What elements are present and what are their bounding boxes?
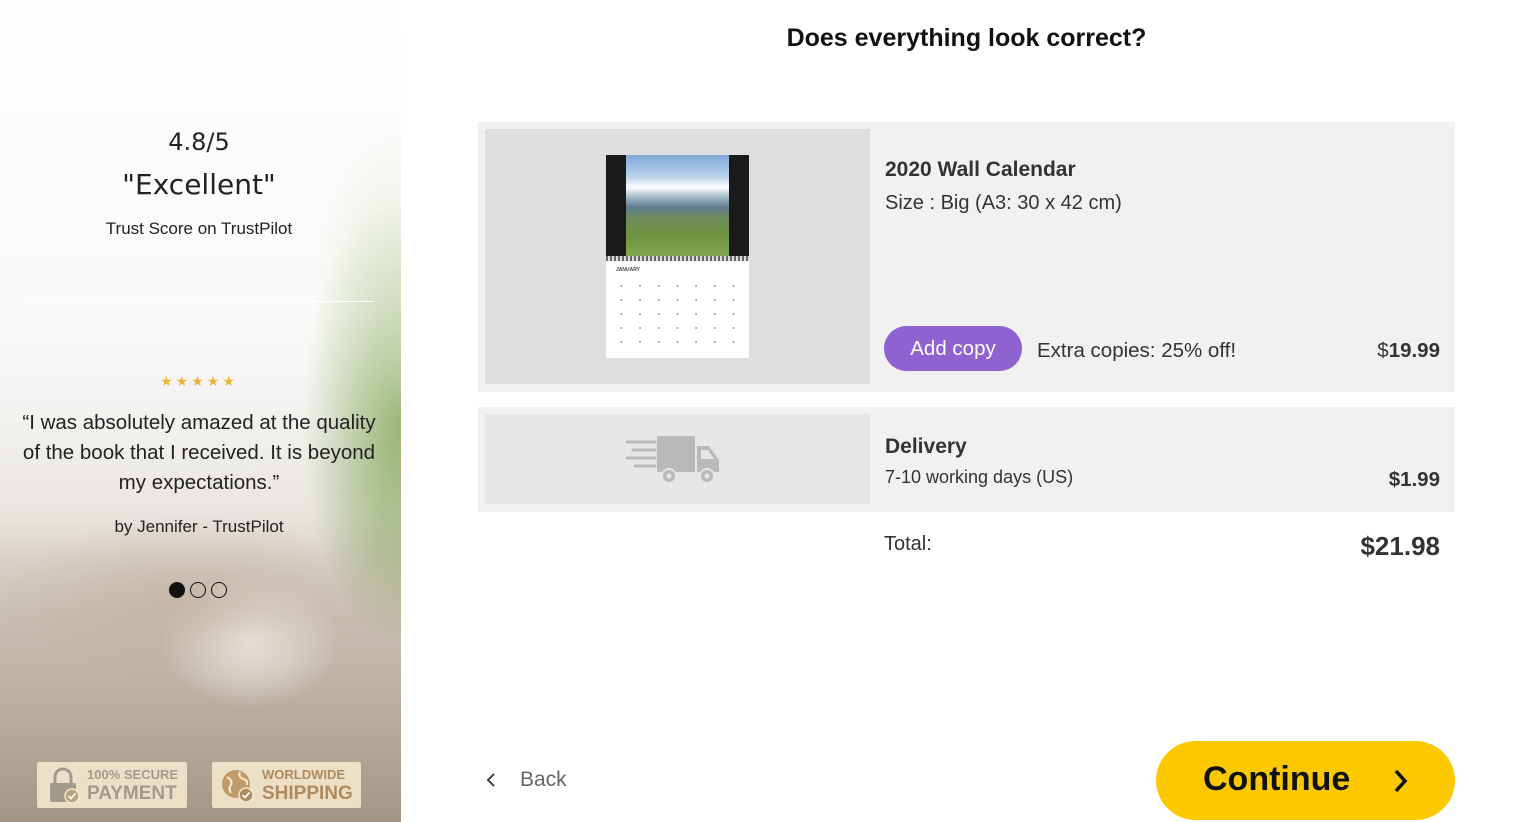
carousel-dot-2[interactable] <box>190 582 206 598</box>
review-author: by Jennifer - TrustPilot <box>114 517 284 536</box>
trust-rating-label: "Excellent" <box>122 168 276 201</box>
trust-score: 4.8/5 <box>168 128 230 156</box>
delivery-truck-icon <box>625 436 719 484</box>
price-amount: 19.99 <box>1388 339 1440 362</box>
carousel-dots <box>169 582 227 599</box>
price-currency: $ <box>1377 339 1389 362</box>
badge-secure-line2: PAYMENT <box>87 782 177 804</box>
calendar-preview: JANUARY <box>606 155 749 358</box>
extra-copies-note: Extra copies: 25% off! <box>1037 339 1237 362</box>
calendar-grid <box>612 279 743 351</box>
product-price: $19.99 <box>1377 339 1440 363</box>
badge-secure-line1: 100% SECURE <box>87 766 179 782</box>
delivery-title: Delivery <box>885 435 967 458</box>
globe-check-icon <box>222 770 254 803</box>
total-value: $21.98 <box>1360 531 1440 561</box>
sidebar-divider <box>24 301 374 302</box>
lock-check-icon <box>50 767 80 804</box>
continue-button[interactable]: Continue <box>1156 741 1455 820</box>
badge-shipping-line1: WORLDWIDE <box>262 766 346 782</box>
calendar-photo <box>626 155 729 256</box>
add-copy-button[interactable]: Add copy <box>884 326 1022 371</box>
continue-label: Continue <box>1203 760 1351 798</box>
page-title: Does everything look correct? <box>786 24 1147 52</box>
product-card: JANUARY 2020 Wall Calendar Size : Big (A… <box>478 122 1455 392</box>
delivery-card: Delivery 7-10 working days (US) $1.99 <box>478 407 1455 512</box>
delivery-detail: 7-10 working days (US) <box>885 467 1074 487</box>
chevron-left-icon <box>486 773 495 787</box>
secure-payment-badge: 100% SECURE PAYMENT <box>37 762 187 808</box>
total-label: Total: <box>884 533 932 555</box>
badge-shipping-line2: SHIPPING <box>262 782 353 804</box>
delivery-thumbnail <box>485 414 870 504</box>
review-stars: ★★★★★ <box>160 373 238 389</box>
trust-score-caption: Trust Score on TrustPilot <box>105 219 293 238</box>
carousel-dot-1[interactable] <box>169 582 185 598</box>
chevron-right-icon <box>1394 769 1408 793</box>
trust-sidebar: 4.8/5 "Excellent" Trust Score on TrustPi… <box>0 0 401 822</box>
calendar-page: JANUARY <box>606 261 749 358</box>
carousel-dot-3[interactable] <box>211 582 227 598</box>
worldwide-shipping-badge: WORLDWIDE SHIPPING <box>212 762 361 808</box>
product-name: 2020 Wall Calendar <box>885 158 1076 181</box>
review-quote: “I was absolutely amazed at the quality … <box>22 411 376 494</box>
delivery-price: $1.99 <box>1388 468 1440 491</box>
back-button[interactable]: Back <box>484 764 567 796</box>
product-size: Size : Big (A3: 30 x 42 cm) <box>885 192 1122 214</box>
back-label: Back <box>520 768 567 791</box>
calendar-month: JANUARY <box>616 267 640 273</box>
product-thumbnail: JANUARY <box>485 129 870 384</box>
